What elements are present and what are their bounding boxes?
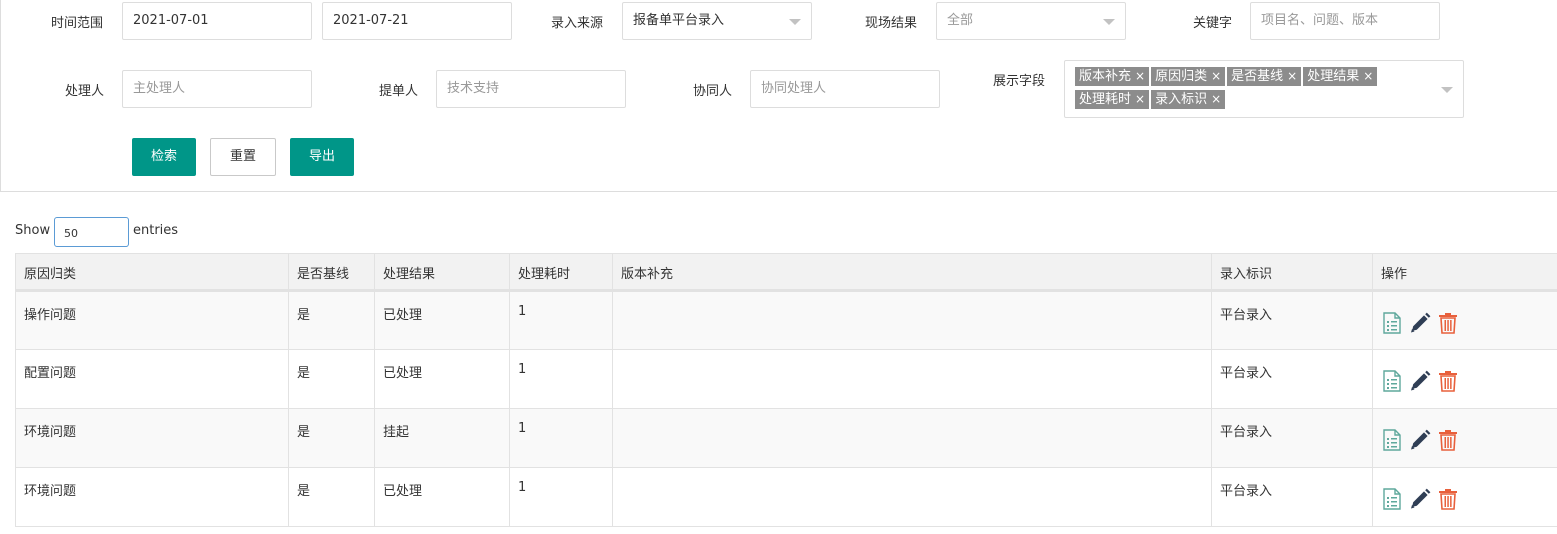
cell-baseline: 是 — [288, 349, 375, 409]
view-detail-icon[interactable] — [1381, 429, 1403, 451]
edit-pencil-icon[interactable] — [1409, 488, 1431, 510]
assist-label: 协同人 — [693, 84, 733, 99]
cell-actions — [1372, 408, 1557, 468]
date-end-input[interactable]: 2021-07-21 — [322, 2, 512, 40]
cell-duration: 1 — [509, 290, 613, 350]
cell-entry-tag: 平台录入 — [1211, 349, 1373, 409]
cell-version — [612, 290, 1212, 350]
chevron-down-icon — [1103, 19, 1115, 25]
cell-version — [612, 408, 1212, 468]
view-detail-icon[interactable] — [1381, 312, 1403, 334]
cell-result: 已处理 — [374, 349, 510, 409]
delete-trash-icon[interactable] — [1437, 370, 1459, 392]
submitter-label: 提单人 — [379, 84, 419, 99]
table-header-row: 原因归类 是否基线 处理结果 处理耗时 版本补充 录入标识 操作 — [15, 253, 1557, 292]
assist-input[interactable]: 协同处理人 — [750, 70, 940, 108]
col-header-reason[interactable]: 原因归类 — [15, 253, 289, 292]
source-select[interactable]: 报备单平台录入 — [622, 2, 812, 40]
cell-result: 已处理 — [374, 467, 510, 527]
view-detail-icon[interactable] — [1381, 370, 1403, 392]
cell-result: 已处理 — [374, 290, 510, 350]
handler-input[interactable]: 主处理人 — [122, 70, 312, 108]
keyword-label: 关键字 — [1193, 16, 1233, 31]
field-tag[interactable]: 是否基线 × — [1227, 67, 1302, 86]
cell-entry-tag: 平台录入 — [1211, 290, 1373, 350]
close-icon[interactable]: × — [1135, 90, 1145, 108]
cell-actions — [1372, 349, 1557, 409]
cell-reason: 操作问题 — [15, 290, 289, 350]
chevron-down-icon — [789, 19, 801, 25]
close-icon[interactable]: × — [1363, 67, 1373, 85]
filter-panel: 时间范围 2021-07-01 2021-07-21 录入来源 报备单平台录入 … — [0, 0, 1557, 192]
cell-reason: 环境问题 — [15, 408, 289, 468]
result-select-value: 全部 — [947, 13, 974, 28]
submitter-input[interactable]: 技术支持 — [436, 70, 626, 108]
result-select[interactable]: 全部 — [936, 2, 1126, 40]
search-button[interactable]: 检索 — [132, 138, 196, 176]
cell-version — [612, 467, 1212, 527]
cell-duration: 1 — [509, 408, 613, 468]
table-row: 配置问题是已处理 1 平台录入 — [15, 349, 1557, 409]
table-row: 环境问题是挂起 1 平台录入 — [15, 408, 1557, 468]
result-label: 现场结果 — [865, 16, 918, 31]
display-fields-select[interactable]: 版本补充 × 原因归类 × 是否基线 × 处理结果 × 处理耗时 × 录入标识 × — [1064, 60, 1464, 118]
table-row: 操作问题是已处理 1 平台录入 — [15, 290, 1557, 350]
edit-pencil-icon[interactable] — [1409, 370, 1431, 392]
date-start-input[interactable]: 2021-07-01 — [122, 2, 312, 40]
cell-baseline: 是 — [288, 290, 375, 350]
field-tag[interactable]: 处理结果 × — [1303, 67, 1378, 86]
cell-entry-tag: 平台录入 — [1211, 408, 1373, 468]
close-icon[interactable]: × — [1211, 67, 1221, 85]
source-select-value: 报备单平台录入 — [633, 13, 725, 28]
entries-select[interactable]: 50 — [54, 217, 129, 247]
col-header-baseline[interactable]: 是否基线 — [288, 253, 375, 292]
edit-pencil-icon[interactable] — [1409, 429, 1431, 451]
col-header-entry-tag[interactable]: 录入标识 — [1211, 253, 1373, 292]
records-table: 原因归类 是否基线 处理结果 处理耗时 版本补充 录入标识 操作 操作问题是已处… — [15, 253, 1557, 527]
reset-button[interactable]: 重置 — [210, 138, 276, 176]
handler-label: 处理人 — [65, 84, 105, 99]
cell-baseline: 是 — [288, 467, 375, 527]
col-header-result[interactable]: 处理结果 — [374, 253, 510, 292]
cell-actions — [1372, 467, 1557, 527]
close-icon[interactable]: × — [1287, 67, 1297, 85]
fields-label: 展示字段 — [993, 74, 1046, 89]
keyword-input[interactable]: 项目名、问题、版本 — [1250, 2, 1440, 40]
col-header-actions: 操作 — [1372, 253, 1557, 292]
delete-trash-icon[interactable] — [1437, 312, 1459, 334]
cell-actions — [1372, 290, 1557, 350]
cell-duration: 1 — [509, 349, 613, 409]
source-label: 录入来源 — [551, 16, 604, 31]
field-tag[interactable]: 处理耗时 × — [1075, 90, 1150, 109]
delete-trash-icon[interactable] — [1437, 429, 1459, 451]
cell-entry-tag: 平台录入 — [1211, 467, 1373, 527]
edit-pencil-icon[interactable] — [1409, 312, 1431, 334]
field-tag[interactable]: 录入标识 × — [1151, 90, 1226, 109]
cell-baseline: 是 — [288, 408, 375, 468]
cell-reason: 环境问题 — [15, 467, 289, 527]
cell-result: 挂起 — [374, 408, 510, 468]
view-detail-icon[interactable] — [1381, 488, 1403, 510]
time-range-label: 时间范围 — [51, 16, 104, 31]
cell-reason: 配置问题 — [15, 349, 289, 409]
export-button[interactable]: 导出 — [290, 138, 354, 176]
col-header-duration[interactable]: 处理耗时 — [509, 253, 613, 292]
col-header-version[interactable]: 版本补充 — [612, 253, 1212, 292]
delete-trash-icon[interactable] — [1437, 488, 1459, 510]
chevron-down-icon — [1441, 87, 1453, 93]
cell-duration: 1 — [509, 467, 613, 527]
field-tag[interactable]: 版本补充 × — [1075, 67, 1150, 86]
show-label: Show — [15, 223, 51, 238]
field-tag[interactable]: 原因归类 × — [1151, 67, 1226, 86]
table-row: 环境问题是已处理 1 平台录入 — [15, 467, 1557, 527]
close-icon[interactable]: × — [1135, 67, 1145, 85]
close-icon[interactable]: × — [1211, 90, 1221, 108]
entries-label: entries — [133, 223, 179, 238]
cell-version — [612, 349, 1212, 409]
